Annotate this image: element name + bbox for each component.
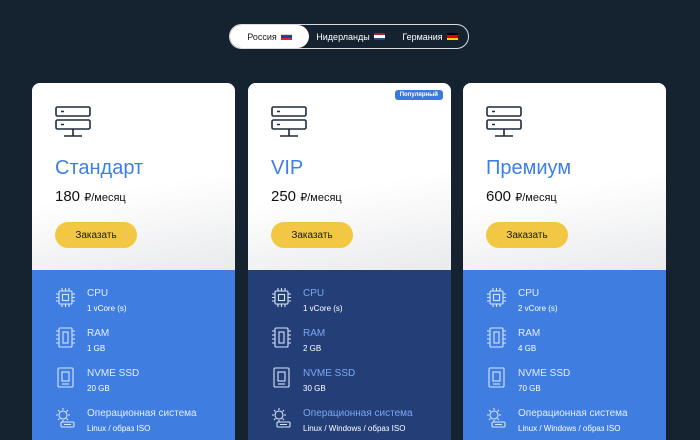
spec-ram: RAM 1 GB — [55, 327, 230, 361]
ram-icon — [272, 327, 291, 348]
cpu-icon — [272, 288, 291, 307]
spec-title: NVME SSD — [518, 368, 571, 379]
spec-title: Операционная система — [87, 408, 197, 419]
price-amount: 180 — [55, 188, 81, 205]
spec-cpu: CPU 1 vCore (s) — [271, 287, 446, 321]
plan-card-vip: Популярный VIP 250 ₽/месяц Заказать CPU … — [248, 83, 451, 440]
spec-title: NVME SSD — [87, 368, 140, 379]
order-button[interactable]: Заказать — [271, 222, 353, 248]
os-icon — [272, 408, 291, 428]
plan-price: 600 ₽/месяц — [486, 188, 557, 205]
spec-ram: RAM 4 GB — [486, 327, 661, 361]
spec-title: NVME SSD — [303, 368, 356, 379]
spec-ssd: NVME SSD 20 GB — [55, 367, 230, 401]
spec-value: 1 vCore (s) — [303, 304, 343, 313]
price-unit: ₽/месяц — [84, 192, 126, 204]
russia-flag-icon — [280, 32, 292, 41]
spec-title: CPU — [87, 288, 109, 299]
spec-value: 70 GB — [518, 384, 541, 393]
price-unit: ₽/месяц — [515, 192, 557, 204]
spec-value: 1 GB — [87, 344, 106, 353]
server-icon — [271, 106, 307, 137]
order-button[interactable]: Заказать — [55, 222, 137, 248]
location-tabs: Россия Нидерланды Германия — [229, 24, 469, 49]
tab-label: Германия — [402, 31, 443, 42]
tab-netherlands[interactable]: Нидерланды — [309, 25, 392, 48]
spec-os: Операционная система Linux / Windows / о… — [486, 407, 661, 440]
cpu-icon — [56, 288, 75, 307]
plan-specs: CPU 1 vCore (s) RAM 1 GB NVME SSD 20 GB … — [32, 270, 235, 440]
spec-value: 2 vCore (s) — [518, 304, 558, 313]
plan-specs: CPU 1 vCore (s) RAM 2 GB NVME SSD 30 GB … — [248, 270, 451, 440]
spec-ssd: NVME SSD 70 GB — [486, 367, 661, 401]
spec-title: Операционная система — [518, 408, 628, 419]
spec-title: CPU — [518, 288, 540, 299]
spec-value: Linux / образ ISO — [87, 424, 151, 433]
os-icon — [56, 408, 75, 428]
spec-value: Linux / Windows / образ ISO — [303, 424, 406, 433]
price-amount: 600 — [486, 188, 512, 205]
ram-icon — [487, 327, 506, 348]
spec-os: Операционная система Linux / Windows / о… — [271, 407, 446, 440]
tab-label: Нидерланды — [316, 31, 370, 42]
spec-cpu: CPU 1 vCore (s) — [55, 287, 230, 321]
plan-header: Стандарт 180 ₽/месяц Заказать — [32, 83, 235, 270]
plan-specs: CPU 2 vCore (s) RAM 4 GB NVME SSD 70 GB … — [463, 270, 666, 440]
plan-price: 180 ₽/месяц — [55, 188, 126, 205]
spec-ssd: NVME SSD 30 GB — [271, 367, 446, 401]
plan-name: VIP — [271, 157, 304, 179]
ram-icon — [56, 327, 75, 348]
ssd-icon — [57, 367, 74, 388]
spec-title: CPU — [303, 288, 325, 299]
spec-title: RAM — [303, 328, 326, 339]
spec-value: 30 GB — [303, 384, 326, 393]
netherlands-flag-icon — [373, 32, 385, 41]
price-amount: 250 — [271, 188, 297, 205]
plan-card-standard: Стандарт 180 ₽/месяц Заказать CPU 1 vCor… — [32, 83, 235, 440]
plan-header: Премиум 600 ₽/месяц Заказать — [463, 83, 666, 270]
spec-cpu: CPU 2 vCore (s) — [486, 287, 661, 321]
tab-russia[interactable]: Россия — [230, 25, 309, 48]
spec-title: Операционная система — [303, 408, 413, 419]
plan-name: Стандарт — [55, 157, 144, 179]
spec-value: 1 vCore (s) — [87, 304, 127, 313]
germany-flag-icon — [446, 32, 458, 41]
plan-name: Премиум — [486, 157, 572, 179]
os-icon — [487, 408, 506, 428]
spec-value: 4 GB — [518, 344, 537, 353]
spec-value: 2 GB — [303, 344, 322, 353]
spec-ram: RAM 2 GB — [271, 327, 446, 361]
tab-label: Россия — [247, 31, 277, 42]
spec-value: 20 GB — [87, 384, 110, 393]
popular-badge: Популярный — [394, 90, 443, 100]
ssd-icon — [273, 367, 290, 388]
spec-title: RAM — [87, 328, 110, 339]
spec-os: Операционная система Linux / образ ISO — [55, 407, 230, 440]
price-unit: ₽/месяц — [300, 192, 342, 204]
tab-germany[interactable]: Германия — [392, 25, 468, 48]
plan-header: Популярный VIP 250 ₽/месяц Заказать — [248, 83, 451, 270]
spec-title: RAM — [518, 328, 541, 339]
order-button[interactable]: Заказать — [486, 222, 568, 248]
cpu-icon — [487, 288, 506, 307]
plan-card-premium: Премиум 600 ₽/месяц Заказать CPU 2 vCore… — [463, 83, 666, 440]
plan-price: 250 ₽/месяц — [271, 188, 342, 205]
server-icon — [55, 106, 91, 137]
server-icon — [486, 106, 522, 137]
ssd-icon — [488, 367, 505, 388]
spec-value: Linux / Windows / образ ISO — [518, 424, 621, 433]
